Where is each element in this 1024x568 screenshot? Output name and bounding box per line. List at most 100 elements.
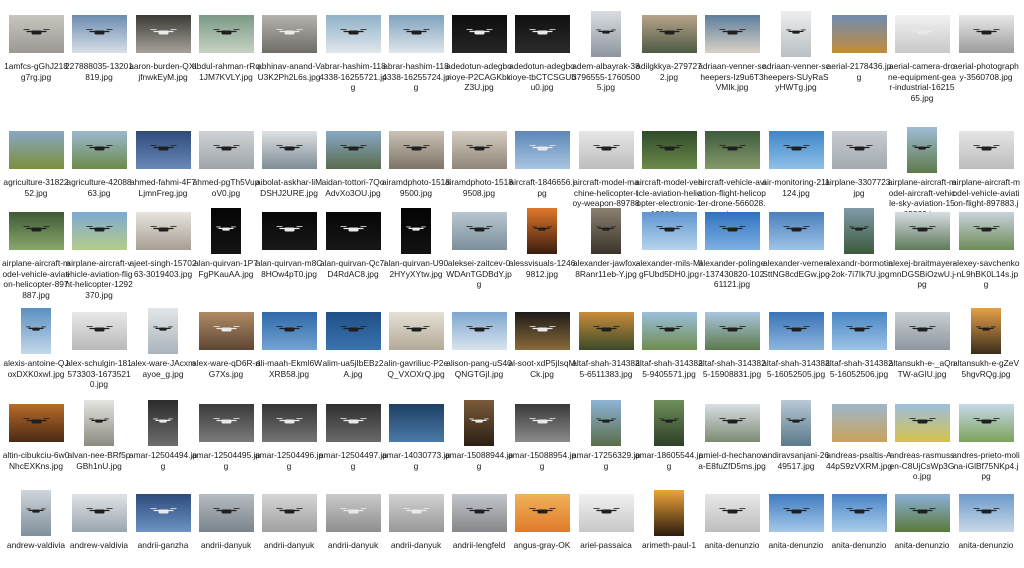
file-item[interactable]: alvan-nee-BRf5pGBh1nU.jpg — [68, 397, 130, 478]
file-item[interactable]: andrii-danyuk — [385, 487, 447, 568]
file-item[interactable]: anita-denunzio — [765, 487, 827, 568]
file-item[interactable]: adriaan-venner-scheepers-Iz9u6T3VMIk.jpg — [698, 8, 766, 92]
file-item[interactable]: air-monitoring-211124.jpg — [762, 124, 830, 205]
file-item[interactable]: ahmed-fahmi-4F7LjmnFreg.jpg — [130, 124, 196, 205]
image-thumbnail — [211, 208, 241, 254]
file-item[interactable]: alexander-jawfox-8Ranr11eb-Y.jpg — [573, 205, 639, 286]
file-item[interactable]: agriculture-4208863.jpg — [66, 124, 132, 205]
file-item[interactable]: andrii-danyuk — [258, 487, 320, 568]
file-item[interactable]: ali-maah-Ekml6WXRB58.jpg — [256, 305, 322, 386]
file-item[interactable]: andiravsanjani-2649517.jpg — [763, 397, 829, 478]
file-item[interactable]: aircraft-model-machine-helicopter-toy-we… — [572, 124, 640, 219]
file-item[interactable]: amar-14030773.jpg — [382, 397, 450, 478]
file-item[interactable]: aircraft-model-vehicle-aviation-helicopt… — [635, 124, 703, 219]
file-item[interactable]: amar-18605544.jpg — [635, 397, 703, 478]
file-item[interactable]: altaf-shah-3143825-6511383.jpg — [572, 305, 640, 386]
file-item[interactable]: anita-denunzio — [828, 487, 890, 568]
file-item[interactable]: anita-denunzio — [891, 487, 953, 568]
file-item[interactable]: alan-quirvan-Qc7iD4RdAC8.jpg — [320, 205, 386, 286]
file-item[interactable]: airplane-aircraft-model-vehicle-aviation… — [952, 124, 1020, 219]
file-item[interactable]: andres-prieto-molina-iGlBf75NKp4.jpg — [952, 397, 1020, 481]
file-item[interactable]: airamdphoto-15189508.jpg — [445, 124, 513, 205]
file-item[interactable]: altin-cibukciu-6w0NhcEXKns.jpg — [3, 397, 69, 478]
file-item[interactable]: amar-12504495.jpg — [192, 397, 260, 478]
drone-icon — [846, 508, 872, 514]
file-item[interactable]: airplane-aircraft-model-vehicle-aviation… — [2, 205, 70, 300]
file-item[interactable]: al-soot-xdP5jIsqMCk.jpg — [508, 305, 576, 386]
file-item[interactable]: alexandr-bormotin-2ok-7i7Ik7U.jpg — [825, 205, 893, 286]
file-item[interactable]: alan-quirvan-m8C8HOw4pT0.jpg — [256, 205, 322, 286]
file-item[interactable]: aerial-2178436.jpg — [827, 8, 891, 89]
file-item[interactable]: alin-gavriliuc-P2eQ_VXOXrQ.jpg — [384, 305, 448, 386]
file-item[interactable]: alexis-antoine-QJoxDXK0xwI.jpg — [3, 305, 69, 386]
file-item[interactable]: abdul-rahman-rRq1JM7KVLY.jpg — [192, 8, 260, 89]
file-item[interactable]: amiel-d-hechanova-E8fuZfD5ms.jpg — [698, 397, 766, 478]
file-item[interactable]: alex-ware-JAcxmayoe_g.jpg — [131, 305, 195, 386]
file-item[interactable]: amar-17256329.jpg — [572, 397, 640, 478]
file-item[interactable]: altansukh-e-gZeV5hgvRQg.jpg — [953, 305, 1019, 386]
file-item[interactable]: adilgkkya-2797272.jpg — [636, 8, 702, 89]
file-item[interactable]: agriculture-3182252.jpg — [3, 124, 69, 205]
file-item[interactable]: 1amfcs-gGhJ218g7rg.jpg — [4, 8, 68, 89]
file-item[interactable]: alexander-mils-MIgFUbd5DH0.jpg — [636, 205, 702, 286]
file-item[interactable]: alex-ware-qD6R-rlG7Xs.jpg — [192, 305, 260, 386]
file-item[interactable]: amar-15088944.jpg — [445, 397, 513, 478]
file-item[interactable]: anita-denunzio — [955, 487, 1017, 568]
file-item[interactable]: ajeet-singh-1570263-3019403.jpg — [129, 205, 197, 286]
file-item[interactable]: alessvisuals-12469812.jpg — [509, 205, 575, 286]
file-item[interactable]: anita-denunzio — [701, 487, 763, 568]
file-item[interactable]: andrii-lengfeld — [448, 487, 510, 568]
file-item[interactable]: altaf-shah-3143825-9405571.jpg — [635, 305, 703, 386]
file-item[interactable]: adem-albayrak-383796555-17605005.jpg — [572, 8, 640, 92]
file-item[interactable]: aerial-camera-drone-equipment-gear-indus… — [888, 8, 956, 103]
file-item[interactable]: alim-ua5jIbEBz2A.jpg — [322, 305, 384, 386]
file-item[interactable]: alexey-savchenko-nL9hBK0L14s.jpg — [952, 205, 1020, 289]
file-item[interactable]: airplane-aircraft-vehicle-aviation-fligh… — [65, 205, 133, 300]
file-item[interactable]: altaf-shah-3143825-16052505.jpg — [762, 305, 830, 386]
file-item[interactable]: andrii-ganzha — [132, 487, 194, 568]
file-item[interactable]: 227888035-13201819.jpg — [65, 8, 133, 89]
file-item[interactable]: ahmed-pgTh5VupoV0.jpg — [193, 124, 259, 205]
file-item[interactable]: andreas-psaltis-A44pS9zVXRM.jpg — [826, 397, 892, 478]
file-item[interactable]: altaf-shah-3143825-15908831.jpg — [698, 305, 766, 386]
file-item[interactable]: alison-pang-uS40QNGTGjI.jpg — [446, 305, 512, 386]
file-item[interactable]: aerial-photography-3560708.jpg — [953, 8, 1019, 89]
file-item[interactable]: abrar-hashim-1184338-16255721.jpg — [319, 8, 387, 92]
file-item[interactable]: alexander-polinger-137430820-10261121.jp… — [699, 205, 765, 289]
file-item[interactable]: andrew-valdivia — [5, 487, 67, 568]
file-item[interactable]: airplane-3307723.jpg — [825, 124, 893, 205]
file-item[interactable]: abrar-hashim-1184338-16255724.jpg — [382, 8, 450, 92]
file-item[interactable]: alexej-braitmayer-mnDGSBiOzwU.jpg — [888, 205, 956, 289]
file-item[interactable]: alan-quirvan-U902HYyXYtw.jpg — [384, 205, 448, 286]
file-item[interactable]: aibolat-askhar-liMDSHJ2URE.jpg — [256, 124, 322, 205]
file-item[interactable]: abhinav-anand-VU3K2Ph2L6s.jpg — [257, 8, 321, 89]
file-item[interactable]: andreas-rasmussen-C8UjCsWp3Go.jpg — [890, 397, 954, 481]
file-item[interactable]: amar-12504494.jpg — [129, 397, 197, 478]
file-item[interactable]: altaf-shah-3143825-16052506.jpg — [825, 305, 893, 386]
file-item[interactable]: amar-12504497.jpg — [319, 397, 387, 478]
file-item[interactable]: andrii-danyuk — [195, 487, 257, 568]
file-item[interactable]: airplane-aircraft-model-aircraft-vehicle… — [888, 124, 956, 219]
file-item[interactable]: adedotun-adegborioye-tbCTCSGUbu0.jpg — [508, 8, 576, 92]
file-grid: 1amfcs-gGhJ218g7rg.jpg 227888035-13201819… — [0, 0, 1024, 550]
file-item[interactable]: alan-quirvan-1P7FgPKauAA.jpg — [194, 205, 258, 286]
file-item[interactable]: airamdphoto-15189500.jpg — [382, 124, 450, 205]
file-item[interactable]: aircraft-vehicle-aviation-flight-helicop… — [698, 124, 766, 219]
file-item[interactable]: alexander-verner-SttNG8cdEGw.jpg — [762, 205, 830, 286]
file-item[interactable]: andrew-valdivia — [68, 487, 130, 568]
file-item[interactable]: amar-15088954.jpg — [508, 397, 576, 478]
file-item[interactable]: aaron-burden-QXIjfnwkEyM.jpg — [129, 8, 197, 89]
file-item[interactable]: aleksei-zaitcev-0WDAnTGDBdY.jpg — [446, 205, 512, 289]
file-item[interactable]: adriaan-venner-scheepers-SUyRaSyHWTg.jpg — [762, 8, 830, 92]
file-item[interactable]: aidan-tottori-7QoAdvXo3OU.jpg — [322, 124, 384, 205]
file-item[interactable]: arimeth-paul-1 — [638, 487, 700, 568]
file-item[interactable]: amar-12504496.jpg — [255, 397, 323, 478]
file-item[interactable]: adedotun-adegborioye-P2CAGKbkZ3U.jpg — [446, 8, 512, 92]
drone-icon — [719, 508, 745, 514]
file-item[interactable]: altansukh-e-_aQnTW-aGIU.jpg — [889, 305, 955, 386]
file-item[interactable]: ariel-passaica — [575, 487, 637, 568]
file-item[interactable]: andrii-danyuk — [322, 487, 384, 568]
file-item[interactable]: aircraft-1846656.jpg — [509, 124, 575, 205]
file-item[interactable]: alex-schulgin-181573303-16735210.jpg — [66, 305, 132, 389]
file-item[interactable]: angus-gray-OK — [511, 487, 573, 568]
